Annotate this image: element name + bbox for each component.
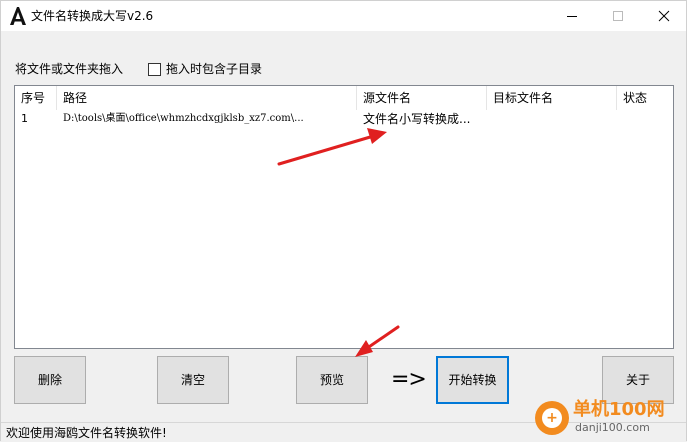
file-list[interactable]: 序号 路径 源文件名 目标文件名 状态 1 D:\tools\桌面\office… bbox=[14, 85, 674, 349]
drop-instruction-label: 将文件或文件夹拖入 bbox=[15, 62, 124, 76]
watermark-url: danji100.com bbox=[575, 421, 650, 434]
watermark-title: 单机100网 bbox=[573, 399, 665, 420]
watermark-logo-icon: + bbox=[535, 401, 569, 435]
title-bar[interactable]: 文件名转换成大写v2.6 bbox=[1, 1, 686, 31]
cell-source-name: 文件名小写转换成... bbox=[363, 112, 471, 126]
window-title: 文件名转换成大写v2.6 bbox=[31, 9, 154, 23]
about-button[interactable]: 关于 bbox=[602, 356, 674, 404]
app-logo-icon bbox=[10, 7, 26, 25]
table-row[interactable]: 1 D:\tools\桌面\office\whmzhcdxgjklsb_xz7.… bbox=[15, 110, 673, 128]
column-header-index[interactable]: 序号 bbox=[15, 86, 57, 110]
status-text: 欢迎使用海鸥文件名转换软件! bbox=[6, 426, 167, 440]
minimize-icon bbox=[567, 16, 577, 17]
minimize-button[interactable] bbox=[549, 1, 595, 31]
delete-button[interactable]: 删除 bbox=[14, 356, 86, 404]
cell-path: D:\tools\桌面\office\whmzhcdxgjklsb_xz7.co… bbox=[63, 113, 304, 124]
column-header-source-name[interactable]: 源文件名 bbox=[357, 86, 487, 110]
start-convert-button[interactable]: 开始转换 bbox=[436, 356, 509, 404]
cell-status bbox=[617, 110, 673, 128]
maximize-icon bbox=[613, 11, 623, 21]
maximize-button[interactable] bbox=[595, 1, 641, 31]
checkbox-box[interactable] bbox=[148, 63, 161, 76]
close-icon bbox=[658, 10, 670, 22]
column-header-status[interactable]: 状态 bbox=[617, 86, 673, 110]
column-header-path[interactable]: 路径 bbox=[57, 86, 357, 110]
preview-button[interactable]: 预览 bbox=[296, 356, 368, 404]
watermark: + 单机100网 danji100.com bbox=[531, 399, 685, 439]
cell-target-name bbox=[487, 110, 617, 128]
include-subdirs-label[interactable]: 拖入时包含子目录 bbox=[166, 61, 262, 77]
close-button[interactable] bbox=[641, 1, 687, 31]
cell-index: 1 bbox=[21, 112, 28, 125]
column-header-target-name[interactable]: 目标文件名 bbox=[487, 86, 617, 110]
flow-arrow-text: => bbox=[391, 367, 427, 392]
app-window: 文件名转换成大写v2.6 将文件或文件夹拖入 拖入时包含子目录 序号 路径 源文… bbox=[0, 0, 687, 442]
clear-button[interactable]: 清空 bbox=[157, 356, 229, 404]
list-header: 序号 路径 源文件名 目标文件名 状态 bbox=[15, 86, 673, 110]
